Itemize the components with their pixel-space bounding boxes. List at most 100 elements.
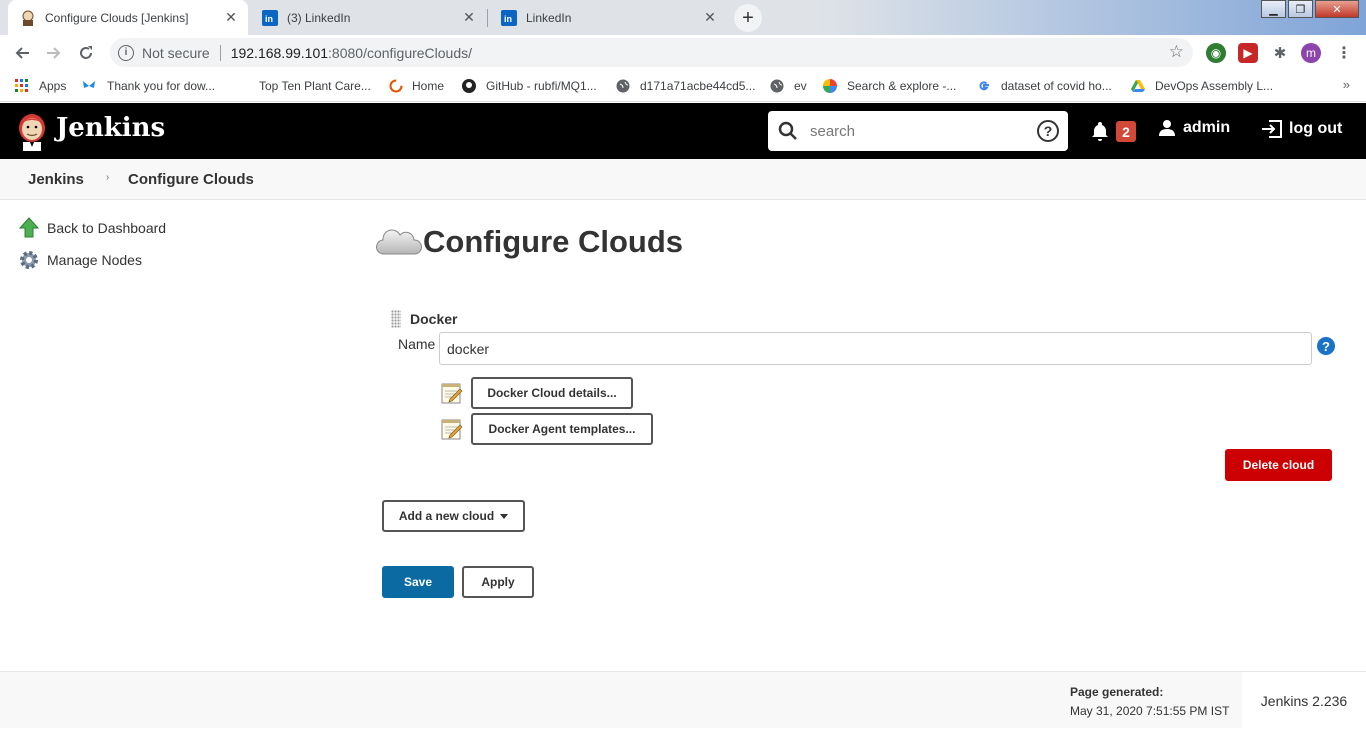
username: admin bbox=[1183, 119, 1231, 136]
globe-icon bbox=[616, 79, 630, 93]
forward-arrow-icon[interactable] bbox=[42, 41, 66, 65]
search-box: ? bbox=[768, 111, 1068, 151]
search-icon bbox=[778, 121, 797, 140]
add-new-cloud-label: Add a new cloud bbox=[398, 509, 495, 523]
minimize-window-button[interactable]: ▁ bbox=[1261, 0, 1286, 18]
tab-separator bbox=[487, 9, 488, 27]
page-title: Configure Clouds bbox=[423, 224, 684, 259]
security-label: Not secure bbox=[142, 44, 210, 61]
cloud-icon bbox=[376, 229, 422, 255]
bookmark-label: ev bbox=[794, 79, 807, 93]
user-menu[interactable]: admin bbox=[1158, 119, 1230, 137]
help-icon[interactable]: ? bbox=[1317, 337, 1335, 355]
bookmark-label: Top Ten Plant Care... bbox=[259, 79, 371, 93]
bookmark-thank-you[interactable]: Thank you for dow... bbox=[81, 77, 215, 95]
sidebar-item-label: Back to Dashboard bbox=[47, 220, 167, 236]
breadcrumb: Jenkins › Configure Clouds bbox=[0, 159, 1366, 200]
new-tab-button[interactable]: + bbox=[734, 4, 762, 32]
up-arrow-icon bbox=[18, 217, 40, 238]
name-label: Name bbox=[398, 336, 436, 352]
svg-text:in: in bbox=[504, 14, 512, 24]
cloud-name-field[interactable] bbox=[439, 332, 1312, 365]
bookmark-label: GitHub - rubfi/MQ1... bbox=[486, 79, 597, 93]
drag-handle[interactable] bbox=[391, 310, 401, 328]
search-input[interactable] bbox=[810, 119, 1030, 143]
logout-link[interactable]: log out bbox=[1261, 119, 1342, 139]
info-icon[interactable]: i bbox=[118, 44, 134, 61]
jenkins-logo-icon[interactable] bbox=[16, 113, 48, 151]
globe-icon bbox=[770, 79, 784, 93]
bookmark-label: Home bbox=[412, 79, 445, 93]
bookmark-home[interactable]: Home bbox=[389, 77, 444, 95]
address-bar[interactable]: i Not secure 192.168.99.101 :8080/config… bbox=[110, 38, 1193, 67]
bookmark-ev[interactable]: ev bbox=[770, 77, 807, 95]
media-extension-icon[interactable]: ▶ bbox=[1238, 43, 1258, 63]
bookmark-label: d171a71acbe44cd5... bbox=[640, 79, 756, 93]
bookmark-search-explore[interactable]: Search & explore -... bbox=[823, 77, 956, 95]
back-arrow-icon[interactable] bbox=[10, 41, 34, 65]
bookmark-devops[interactable]: DevOps Assembly L... bbox=[1131, 77, 1273, 95]
sidebar-item-manage-nodes[interactable]: Manage Nodes bbox=[18, 249, 142, 271]
url-path: :8080/configureClouds/ bbox=[328, 44, 473, 61]
maximize-window-button[interactable]: ❐ bbox=[1288, 0, 1313, 18]
url-host: 192.168.99.101 bbox=[230, 44, 329, 61]
linkedin-icon: in bbox=[501, 9, 517, 26]
close-tab-icon[interactable]: ✕ bbox=[462, 10, 476, 24]
breadcrumb-configure-clouds[interactable]: Configure Clouds bbox=[128, 171, 254, 188]
bookmarks-bar: Apps Thank you for dow... Top Ten Plant … bbox=[0, 70, 1366, 102]
apply-button[interactable]: Apply bbox=[462, 566, 534, 598]
bell-icon[interactable] bbox=[1090, 121, 1110, 141]
breadcrumb-chevron-icon[interactable]: › bbox=[106, 172, 109, 183]
dropdown-caret-icon bbox=[500, 513, 509, 519]
page-footer: Page generated: May 31, 2020 7:51:55 PM … bbox=[0, 671, 1366, 729]
notification-badge[interactable]: 2 bbox=[1116, 121, 1136, 142]
jenkins-header: Jenkins ? 2 admin log out bbox=[0, 103, 1366, 159]
docker-cloud-details-button[interactable]: Docker Cloud details... bbox=[471, 377, 633, 409]
close-window-button[interactable]: ✕ bbox=[1315, 0, 1359, 18]
sidebar-item-label: Manage Nodes bbox=[47, 252, 142, 268]
bookmark-covid-dataset[interactable]: dataset of covid ho... bbox=[977, 77, 1112, 95]
notepad-edit-icon bbox=[441, 419, 463, 440]
apps-grid-icon bbox=[15, 79, 28, 92]
logout-icon bbox=[1262, 120, 1282, 138]
docker-agent-templates-button[interactable]: Docker Agent templates... bbox=[471, 413, 653, 445]
sidebar-item-back-to-dashboard[interactable]: Back to Dashboard bbox=[18, 217, 166, 239]
page-generated-date: May 31, 2020 7:51:55 PM IST bbox=[1070, 704, 1230, 718]
loading-ring-icon bbox=[389, 79, 403, 93]
linkedin-icon: in bbox=[262, 9, 278, 26]
tab-configure-clouds[interactable]: Configure Clouds [Jenkins] ✕ bbox=[8, 0, 248, 35]
delete-cloud-button[interactable]: Delete cloud bbox=[1225, 449, 1332, 481]
jenkins-brand[interactable]: Jenkins bbox=[56, 113, 165, 143]
bookmark-d171[interactable]: d171a71acbe44cd5... bbox=[616, 77, 755, 95]
close-tab-icon[interactable]: ✕ bbox=[224, 10, 238, 24]
puzzle-extensions-icon[interactable]: ✱ bbox=[1270, 43, 1290, 63]
tab-linkedin-2[interactable]: in LinkedIn ✕ bbox=[489, 0, 727, 35]
breadcrumb-jenkins[interactable]: Jenkins bbox=[28, 171, 84, 188]
bookmark-apps[interactable]: Apps bbox=[15, 77, 66, 95]
gear-icon bbox=[20, 251, 38, 269]
browser-tab-strip: Configure Clouds [Jenkins] ✕ in (3) Link… bbox=[0, 0, 1366, 35]
jenkins-version-link[interactable]: Jenkins 2.236 bbox=[1242, 672, 1366, 729]
bookmark-github[interactable]: GitHub - rubfi/MQ1... bbox=[462, 77, 597, 95]
reload-icon[interactable] bbox=[74, 41, 98, 65]
globe-extension-icon[interactable]: ◉ bbox=[1206, 43, 1226, 63]
save-button[interactable]: Save bbox=[382, 566, 454, 598]
profile-avatar[interactable]: m bbox=[1301, 43, 1321, 63]
butterfly-icon bbox=[83, 81, 95, 88]
bookmark-star-icon[interactable]: ☆ bbox=[1169, 42, 1184, 62]
close-tab-icon[interactable]: ✕ bbox=[703, 10, 717, 24]
bookmark-label: dataset of covid ho... bbox=[1001, 79, 1112, 93]
search-help-icon[interactable]: ? bbox=[1037, 120, 1059, 142]
bookmark-plant-care[interactable]: Top Ten Plant Care... bbox=[259, 77, 371, 95]
pinwheel-icon bbox=[823, 79, 837, 93]
bookmarks-overflow-button[interactable]: » bbox=[1343, 77, 1350, 92]
browser-toolbar: i Not secure 192.168.99.101 :8080/config… bbox=[0, 35, 1366, 70]
add-new-cloud-button[interactable]: Add a new cloud bbox=[382, 500, 525, 532]
browser-menu-icon[interactable]: ⋮ bbox=[1334, 43, 1354, 63]
logout-label: log out bbox=[1289, 120, 1343, 137]
google-icon bbox=[979, 81, 989, 91]
tab-linkedin-1[interactable]: in (3) LinkedIn ✕ bbox=[250, 0, 486, 35]
user-icon bbox=[1159, 120, 1175, 136]
bookmark-label: DevOps Assembly L... bbox=[1155, 79, 1274, 93]
bookmark-label: Apps bbox=[39, 79, 67, 93]
